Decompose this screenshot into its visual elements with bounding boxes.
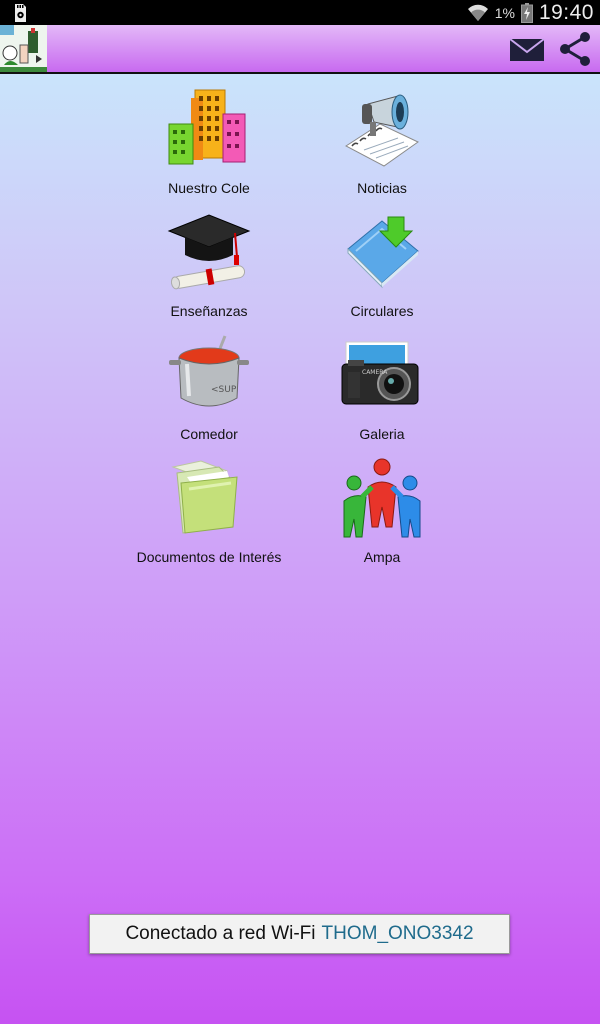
svg-text:CAMERA: CAMERA	[362, 369, 388, 376]
menu-item-circulares[interactable]: Circulares	[292, 211, 472, 319]
menu-item-label: Galeria	[359, 426, 405, 442]
app-logo-icon[interactable]	[0, 25, 47, 72]
wifi-connected-toast: Conectado a red Wi-Fi THOM_ONO3342	[89, 914, 510, 954]
toast-ssid: THOM_ONO3342	[321, 923, 474, 944]
menu-item-label: Nuestro Cole	[168, 180, 250, 196]
people-group-icon	[343, 458, 421, 538]
cooking-pot-icon: <SUP	[169, 335, 249, 407]
menu-item-comedor[interactable]: <SUP Comedor	[119, 334, 299, 442]
battery-charging-icon	[520, 2, 533, 23]
menu-item-label: Circulares	[350, 303, 414, 319]
mail-icon[interactable]	[509, 31, 545, 67]
battery-percent: 1%	[494, 4, 515, 21]
menu-item-ampa[interactable]: Ampa	[292, 457, 472, 565]
menu-item-documentos-de-interes[interactable]: Documentos de Interés	[119, 457, 299, 565]
menu-item-label: Documentos de Interés	[136, 549, 282, 565]
menu-item-galeria[interactable]: CAMERA Galeria	[292, 334, 472, 442]
menu-item-label: Ampa	[363, 549, 401, 565]
menu-item-noticias[interactable]: Noticias	[292, 88, 472, 196]
camera-icon: CAMERA	[341, 341, 419, 405]
sd-card-icon	[15, 4, 26, 22]
menu-item-label: Comedor	[180, 426, 238, 442]
wifi-icon	[467, 4, 488, 21]
clock-time: 19:40	[538, 0, 594, 24]
menu-item-label: Noticias	[357, 180, 407, 196]
action-bar	[0, 25, 600, 74]
menu-item-ensenanzas[interactable]: Enseñanzas	[119, 211, 299, 319]
toast-message: Conectado a red Wi-Fi	[125, 923, 316, 944]
svg-text:<SUP: <SUP	[211, 385, 237, 395]
menu-item-label: Enseñanzas	[170, 303, 248, 319]
menu-item-nuestro-cole[interactable]: Nuestro Cole	[119, 88, 299, 196]
share-icon[interactable]	[557, 31, 593, 67]
book-download-icon	[347, 216, 419, 289]
megaphone-notebook-icon	[345, 94, 419, 167]
folder-icon	[171, 460, 238, 534]
status-bar: 1% 19:40	[0, 0, 600, 25]
buildings-icon	[168, 89, 246, 165]
graduation-cap-icon	[167, 214, 251, 290]
